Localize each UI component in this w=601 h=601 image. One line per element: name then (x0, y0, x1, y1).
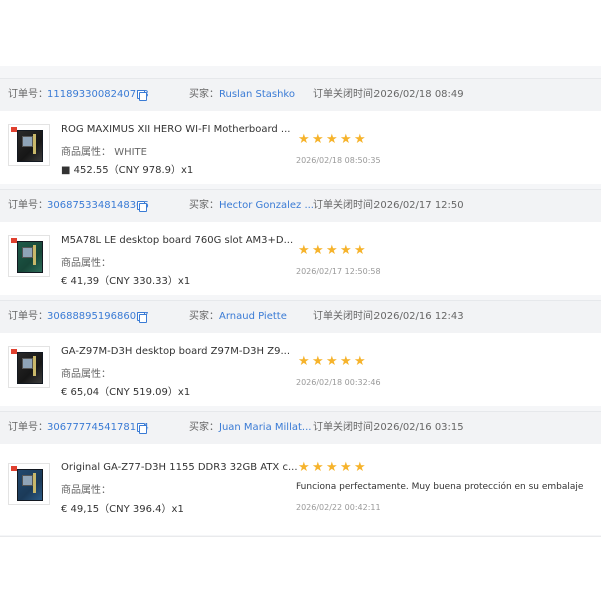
closed-time-label: 订单关闭时间: (313, 311, 377, 322)
order-body: Original GA-Z77-D3H 1155 DDR3 32GB ATX c… (0, 444, 601, 535)
product-image[interactable] (8, 346, 50, 388)
order-card: 订单号： 3068753348148306 买家： Hector Gonzale… (0, 189, 601, 295)
product-title[interactable]: GA-Z97M-D3H desktop board Z97M-D3H Z9... (61, 346, 290, 357)
buyer-link[interactable]: Ruslan Stashko (219, 79, 295, 111)
copy-icon[interactable] (137, 312, 147, 323)
product-price: ■ 452.55（CNY 978.9）x1 (61, 165, 194, 176)
rating-stars: ★ ★ ★ ★ ★ (298, 350, 368, 368)
product-price: € 49,15（CNY 396.4）x1 (61, 504, 184, 515)
copy-icon[interactable] (137, 90, 147, 101)
order-no-label: 订单号： (8, 311, 48, 322)
product-title[interactable]: Original GA-Z77-D3H 1155 DDR3 32GB ATX c… (61, 462, 298, 473)
star-icon: ★ (312, 460, 324, 475)
product-image[interactable] (8, 124, 50, 166)
review-text: Funciona perfectamente. Muy buena protec… (296, 482, 584, 492)
attr-label: 商品属性： (61, 147, 111, 158)
closed-time-value: 2026/02/18 08:49 (374, 89, 464, 100)
order-card: 订单号： 3068889519686027 买家： Arnaud Piette … (0, 300, 601, 406)
star-icon: ★ (340, 460, 352, 475)
product-image[interactable] (8, 463, 50, 505)
buyer-label: 买家： (189, 422, 219, 433)
star-icon: ★ (340, 132, 352, 147)
star-icon: ★ (340, 354, 352, 369)
order-no-link[interactable]: 3068753348148306 (47, 190, 149, 222)
closed-time-value: 2026/02/16 03:15 (374, 422, 464, 433)
product-attr: 商品属性： (61, 254, 111, 269)
star-icon: ★ (298, 132, 310, 147)
star-icon: ★ (354, 132, 366, 147)
order-card: 订单号： 1118933008240773 买家： Ruslan Stashko… (0, 78, 601, 184)
product-price: € 65,04（CNY 519.09）x1 (61, 387, 191, 398)
order-list: 订单号： 1118933008240773 买家： Ruslan Stashko… (0, 66, 601, 536)
buyer-link[interactable]: Juan Maria Millat... (219, 412, 311, 444)
order-no-label: 订单号： (8, 422, 48, 433)
order-card: 订单号： 3067777454178114 买家： Juan Maria Mil… (0, 411, 601, 535)
closed-time-label: 订单关闭时间: (313, 422, 377, 433)
rating-stars: ★ ★ ★ ★ ★ (298, 239, 368, 257)
star-icon: ★ (354, 460, 366, 475)
closed-time-label: 订单关闭时间: (313, 89, 377, 100)
order-no-link[interactable]: 3068889519686027 (47, 301, 149, 333)
star-icon: ★ (298, 354, 310, 369)
closed-time-label: 订单关闭时间: (313, 200, 377, 211)
order-body: M5A78L LE desktop board 760G slot AM3+D.… (0, 222, 601, 295)
star-icon: ★ (298, 460, 310, 475)
order-header: 订单号： 3068753348148306 买家： Hector Gonzale… (0, 189, 601, 223)
star-icon: ★ (312, 132, 324, 147)
order-no-label: 订单号： (8, 200, 48, 211)
order-no-link[interactable]: 1118933008240773 (47, 79, 149, 111)
buyer-label: 买家： (189, 89, 219, 100)
order-body: ROG MAXIMUS XII HERO WI-FI Motherboard .… (0, 111, 601, 184)
order-no-label: 订单号： (8, 89, 48, 100)
bottom-divider (0, 536, 601, 537)
attr-label: 商品属性： (61, 258, 111, 269)
star-icon: ★ (326, 354, 338, 369)
star-icon: ★ (354, 354, 366, 369)
review-date: 2026/02/22 00:42:11 (296, 503, 381, 512)
buyer-link[interactable]: Hector Gonzalez ... (219, 190, 314, 222)
attr-label: 商品属性： (61, 369, 111, 380)
closed-time-value: 2026/02/17 12:50 (374, 200, 464, 211)
buyer-label: 买家： (189, 200, 219, 211)
star-icon: ★ (326, 460, 338, 475)
closed-time-value: 2026/02/16 12:43 (374, 311, 464, 322)
review-date: 2026/02/18 00:32:46 (296, 378, 381, 387)
order-header: 订单号： 3067777454178114 买家： Juan Maria Mil… (0, 411, 601, 445)
copy-icon[interactable] (137, 423, 147, 434)
product-attr: 商品属性： WHITE (61, 143, 147, 158)
order-body: GA-Z97M-D3H desktop board Z97M-D3H Z9...… (0, 333, 601, 406)
rating-stars: ★ ★ ★ ★ ★ (298, 128, 368, 146)
star-icon: ★ (312, 354, 324, 369)
product-attr: 商品属性： (61, 481, 111, 496)
product-price: € 41,39（CNY 330.33）x1 (61, 276, 191, 287)
top-bar (0, 0, 601, 66)
attr-value: WHITE (114, 147, 147, 158)
product-image[interactable] (8, 235, 50, 277)
copy-icon[interactable] (137, 201, 147, 212)
star-icon: ★ (326, 132, 338, 147)
product-title[interactable]: M5A78L LE desktop board 760G slot AM3+D.… (61, 235, 293, 246)
star-icon: ★ (326, 243, 338, 258)
star-icon: ★ (298, 243, 310, 258)
order-header: 订单号： 1118933008240773 买家： Ruslan Stashko… (0, 78, 601, 112)
order-no-link[interactable]: 3067777454178114 (47, 412, 149, 444)
star-icon: ★ (340, 243, 352, 258)
buyer-label: 买家： (189, 311, 219, 322)
star-icon: ★ (354, 243, 366, 258)
review-date: 2026/02/17 12:50:58 (296, 267, 381, 276)
product-attr: 商品属性： (61, 365, 111, 380)
review-date: 2026/02/18 08:50:35 (296, 156, 381, 165)
product-title[interactable]: ROG MAXIMUS XII HERO WI-FI Motherboard .… (61, 124, 290, 135)
order-header: 订单号： 3068889519686027 买家： Arnaud Piette … (0, 300, 601, 334)
attr-label: 商品属性： (61, 485, 111, 496)
star-icon: ★ (312, 243, 324, 258)
rating-stars: ★ ★ ★ ★ ★ (298, 456, 368, 474)
buyer-link[interactable]: Arnaud Piette (219, 301, 287, 333)
